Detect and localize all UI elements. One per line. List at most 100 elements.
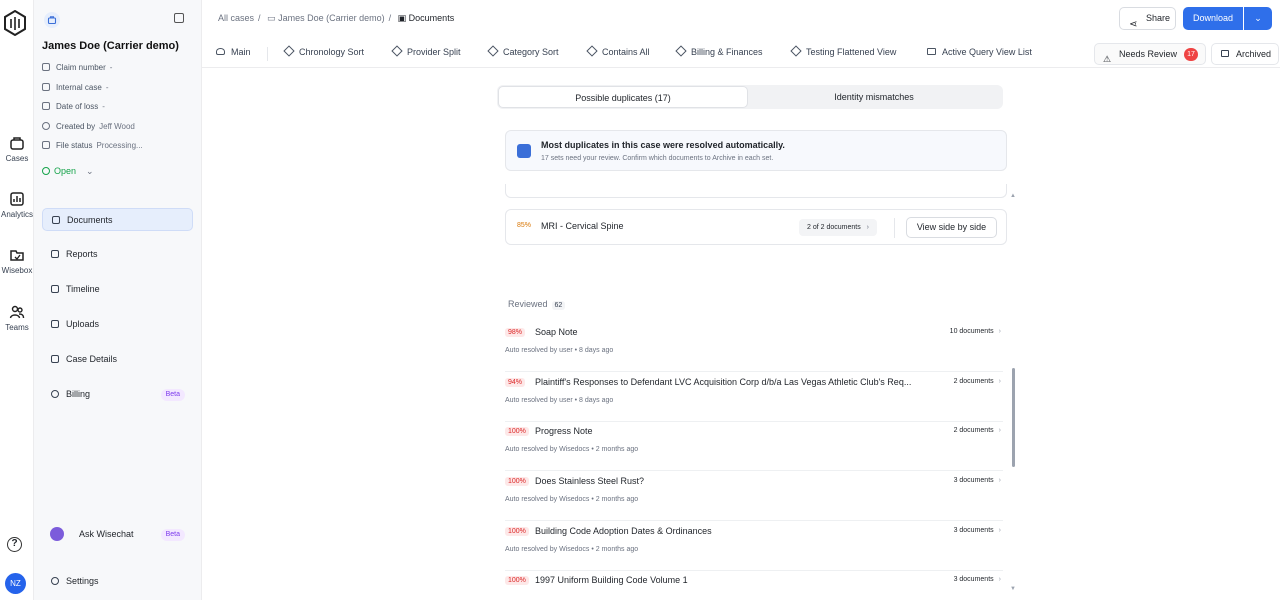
reviewed-row[interactable]: 100% Does Stainless Steel Rust? Auto res… (505, 471, 1003, 521)
reviewed-row[interactable]: 100% Progress Note Auto resolved by Wise… (505, 421, 1003, 471)
nav-documents[interactable]: Documents (42, 208, 193, 231)
app-rail: Cases Analytics Wisebox Teams ? NZ (0, 0, 34, 600)
row-title: Progress Note (535, 426, 593, 436)
file-icon (42, 141, 50, 149)
tab-category-sort[interactable]: Category Sort (487, 45, 559, 57)
help-icon[interactable]: ? (7, 537, 22, 552)
billing-icon (51, 390, 59, 398)
nav-settings[interactable]: Settings (42, 570, 193, 593)
chevron-down-icon: ⌄ (86, 166, 94, 176)
auto-resolved-banner: Most duplicates in this case were resolv… (505, 130, 1007, 171)
app-logo-icon[interactable] (3, 10, 27, 36)
reviewed-row[interactable]: 98% Soap Note Auto resolved by user • 8 … (505, 322, 1003, 372)
case-icon (44, 12, 60, 28)
row-subtitle: Auto resolved by user • 8 days ago (505, 347, 614, 354)
timeline-icon (51, 285, 59, 293)
tab-label: Chronology Sort (299, 47, 365, 57)
row-doc-count: 2 documents › (954, 378, 1001, 385)
nav-label: Settings (66, 576, 99, 586)
document-count-chip[interactable]: 2 of 2 documents › (799, 219, 877, 236)
duplicate-set-name: MRI - Cervical Spine (541, 221, 624, 231)
meta-value: Processing... (96, 141, 143, 150)
calendar-icon (42, 102, 50, 110)
needs-review-label: Needs Review (1119, 49, 1178, 59)
beta-badge: Beta (160, 389, 185, 401)
case-details-icon (51, 355, 59, 363)
row-title: Soap Note (535, 327, 578, 337)
tab-billing-finances[interactable]: Billing & Finances (675, 45, 763, 57)
meta-file-status: File status Processing... (42, 141, 143, 150)
warning-icon: ⚠ (1103, 54, 1112, 64)
tab-label: Contains All (602, 47, 650, 57)
status-circle-icon (42, 167, 50, 175)
rail-item-analytics[interactable]: Analytics (0, 191, 34, 219)
nav-case-details[interactable]: Case Details (42, 348, 193, 371)
nav-label: Reports (66, 249, 98, 259)
reviewed-row[interactable]: 94% Plaintiff's Responses to Defendant L… (505, 372, 1003, 422)
nav-label: Documents (67, 215, 113, 225)
banner-subtitle: 17 sets need your review. Confirm which … (541, 155, 774, 162)
rail-item-cases[interactable]: Cases (0, 135, 34, 163)
gear-icon (51, 577, 59, 585)
reports-icon (51, 250, 59, 258)
tab-label: Testing Flattened View (806, 47, 897, 57)
breadcrumb-case[interactable]: James Doe (Carrier demo) (278, 13, 385, 23)
reviewed-row[interactable]: 100% 1997 Uniform Building Code Volume 1… (505, 570, 1003, 600)
doc-count-label: 3 documents (953, 527, 994, 534)
match-percent: 100% (505, 477, 529, 486)
meta-created-by: Created by Jeff Wood (42, 122, 135, 131)
row-subtitle: Auto resolved by user • 8 days ago (505, 397, 614, 404)
share-button[interactable]: ⋖ Share (1119, 7, 1176, 30)
download-options-chevron-icon[interactable]: ⌄ (1244, 7, 1272, 30)
claim-icon (42, 63, 50, 71)
tab-possible-duplicates[interactable]: Possible duplicates (17) (498, 86, 748, 108)
scroll-down-arrow-icon[interactable]: ▼ (1010, 586, 1016, 592)
rail-item-teams[interactable]: Teams (0, 304, 34, 332)
duplicates-segmented-control: Possible duplicates (17) Identity mismat… (497, 85, 1003, 109)
tab-active-query-view-list[interactable]: Active Query View List (927, 47, 1032, 57)
tab-main[interactable]: Main (216, 47, 251, 57)
duplicate-set-card[interactable]: 85% MRI - Cervical Spine 2 of 2 document… (505, 209, 1007, 245)
row-doc-count: 2 documents › (954, 427, 1001, 434)
sidebar-toggle-icon[interactable] (174, 13, 184, 23)
row-title: 1997 Uniform Building Code Volume 1 (535, 575, 688, 585)
rail-item-wisebox[interactable]: Wisebox (0, 247, 34, 275)
doc-count-label: 10 documents (949, 328, 994, 335)
tab-identity-mismatches[interactable]: Identity mismatches (749, 86, 999, 108)
case-sidebar: James Doe (Carrier demo) Claim number - I… (34, 0, 202, 600)
nav-label: Case Details (66, 354, 118, 364)
list-scrollbar[interactable] (1012, 368, 1015, 467)
rail-label-cases: Cases (5, 154, 29, 163)
tab-chronology-sort[interactable]: Chronology Sort (283, 45, 365, 57)
view-tabs: Main Chronology Sort Provider Split Cate… (202, 40, 1280, 68)
user-avatar[interactable]: NZ (5, 573, 26, 594)
chevron-right-icon: › (998, 328, 1001, 335)
tab-testing-flattened-view[interactable]: Testing Flattened View (790, 45, 897, 57)
tab-provider-split[interactable]: Provider Split (391, 45, 461, 57)
needs-review-count-badge: 17 (1184, 48, 1198, 61)
diamond-icon (283, 45, 295, 57)
folder-icon: ▭ (267, 13, 276, 23)
nav-reports[interactable]: Reports (42, 243, 193, 266)
nav-timeline[interactable]: Timeline (42, 278, 193, 301)
diamond-icon (487, 45, 499, 57)
row-doc-count: 3 documents › (954, 576, 1001, 583)
tab-contains-all[interactable]: Contains All (586, 45, 650, 57)
view-side-by-side-button[interactable]: View side by side (906, 217, 997, 238)
scroll-up-arrow-icon[interactable]: ▲ (1010, 193, 1016, 199)
archived-button[interactable]: Archived (1211, 43, 1279, 65)
share-icon: ⋖ (1129, 19, 1138, 30)
tab-label: Category Sort (503, 47, 559, 57)
download-button[interactable]: Download (1183, 7, 1243, 30)
reviewed-row[interactable]: 100% Building Code Adoption Dates & Ordi… (505, 521, 1003, 571)
nav-billing[interactable]: Billing Beta (42, 383, 193, 406)
breadcrumb-current: Documents (408, 13, 455, 23)
archived-label: Archived (1236, 49, 1272, 59)
doc-count-label: 2 documents (953, 427, 994, 434)
needs-review-button[interactable]: ⚠ Needs Review 17 (1094, 43, 1206, 65)
case-status-dropdown[interactable]: Open ⌄ (42, 166, 94, 177)
breadcrumb-all-cases[interactable]: All cases (218, 13, 254, 23)
nav-uploads[interactable]: Uploads (42, 313, 193, 336)
ask-wisechat-button[interactable]: Ask Wisechat Beta (42, 523, 193, 546)
tab-divider (267, 47, 268, 61)
